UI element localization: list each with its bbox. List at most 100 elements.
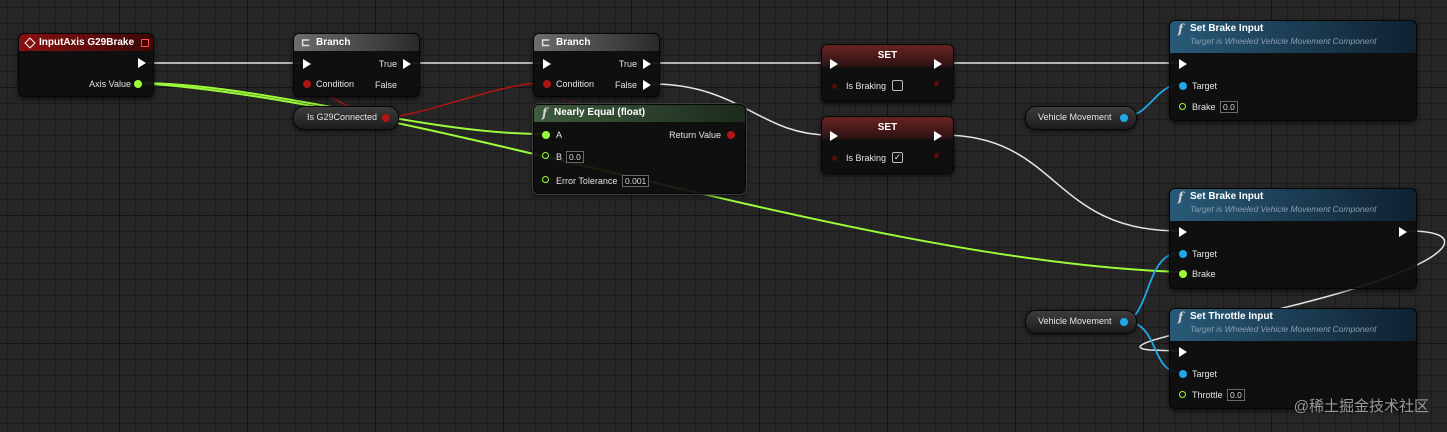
a-label: A: [556, 130, 563, 140]
set-is-braking-node-2[interactable]: SET Is Braking ✓: [821, 116, 954, 174]
a-pin[interactable]: [542, 131, 550, 139]
throttle-pin[interactable]: [1179, 391, 1186, 398]
condition-label: Condition: [556, 79, 595, 89]
brake-label: Brake: [1192, 269, 1216, 279]
brake-label: Brake: [1192, 102, 1216, 112]
throttle-value-field[interactable]: 0.0: [1227, 389, 1245, 401]
function-icon: f: [1178, 190, 1184, 204]
nearly-equal-node[interactable]: f Nearly Equal (float) A Return Value B …: [532, 103, 747, 195]
set-brake-input-subtitle-2: Target is Wheeled Vehicle Movement Compo…: [1190, 204, 1377, 214]
is-braking-label: Is Braking: [846, 153, 887, 163]
target-pin[interactable]: [1179, 370, 1187, 378]
exec-in-pin[interactable]: [830, 131, 838, 141]
exec-out-pin[interactable]: [1399, 347, 1407, 357]
exec-in-pin[interactable]: [1179, 227, 1187, 237]
vehicle-movement-node-2[interactable]: Vehicle Movement: [1025, 310, 1137, 334]
exec-out-pin[interactable]: [934, 131, 942, 141]
vehicle-movement-node-1[interactable]: Vehicle Movement: [1025, 106, 1137, 130]
exec-in-pin[interactable]: [1179, 347, 1187, 357]
exec-in-pin[interactable]: [303, 59, 311, 69]
set-title-2: SET: [877, 122, 898, 133]
target-label: Target: [1192, 81, 1218, 91]
is-g29-connected-pin[interactable]: [382, 114, 390, 122]
error-tolerance-pin[interactable]: [542, 176, 549, 183]
set-throttle-input-node[interactable]: f Set Throttle Input Target is Wheeled V…: [1169, 308, 1417, 409]
exec-out-pin[interactable]: [934, 59, 942, 69]
exec-in-pin[interactable]: [830, 59, 838, 69]
event-icon: [24, 37, 36, 49]
set-brake-input-node-2[interactable]: f Set Brake Input Target is Wheeled Vehi…: [1169, 188, 1417, 289]
target-pin[interactable]: [1179, 82, 1187, 90]
false-exec-pin[interactable]: [643, 80, 651, 90]
nearly-equal-title: Nearly Equal (float): [554, 107, 646, 118]
is-braking-out-pin[interactable]: [934, 153, 939, 158]
is-g29-connected-label: Is G29Connected: [307, 112, 378, 122]
b-pin[interactable]: [542, 152, 549, 159]
error-tolerance-field[interactable]: 0.001: [622, 175, 650, 187]
b-label: B: [556, 152, 563, 162]
set-is-braking-node-1[interactable]: SET Is Braking: [821, 44, 954, 102]
function-icon: f: [1178, 310, 1184, 324]
is-braking-pin[interactable]: [832, 84, 837, 89]
exec-out-pin[interactable]: [138, 58, 146, 68]
condition-pin[interactable]: [303, 80, 311, 88]
exec-out-pin[interactable]: [1399, 59, 1407, 69]
exec-in-pin[interactable]: [543, 59, 551, 69]
delegate-icon: [141, 39, 149, 47]
set-throttle-input-title: Set Throttle Input: [1190, 311, 1273, 322]
set-throttle-input-subtitle: Target is Wheeled Vehicle Movement Compo…: [1190, 324, 1377, 334]
return-value-label: Return Value: [669, 130, 721, 140]
exec-in-pin[interactable]: [1179, 59, 1187, 69]
set-brake-input-title-1: Set Brake Input: [1190, 23, 1264, 34]
set-brake-input-header-2: f Set Brake Input Target is Wheeled Vehi…: [1170, 189, 1416, 221]
branch-node-1[interactable]: ⊏ Branch True Condition False: [293, 33, 420, 97]
return-value-pin[interactable]: [727, 131, 735, 139]
error-tolerance-label: Error Tolerance: [556, 176, 618, 186]
target-label: Target: [1192, 369, 1218, 379]
is-braking-checkbox[interactable]: [892, 80, 903, 91]
branch-header-2: ⊏ Branch: [534, 34, 659, 51]
true-label: True: [378, 59, 397, 69]
axis-value-label: Axis Value: [89, 79, 131, 89]
is-g29-connected-node[interactable]: Is G29Connected: [293, 106, 399, 130]
is-braking-label: Is Braking: [846, 81, 887, 91]
false-label: False: [374, 80, 397, 90]
function-icon: f: [542, 106, 548, 120]
false-exec-pin[interactable]: [403, 80, 411, 90]
brake-pin[interactable]: [1179, 270, 1187, 278]
axis-value-pin[interactable]: [134, 80, 142, 88]
vehicle-movement-label: Vehicle Movement: [1038, 316, 1112, 326]
branch-title-1: Branch: [316, 37, 351, 48]
vehicle-movement-pin[interactable]: [1120, 318, 1128, 326]
target-pin[interactable]: [1179, 250, 1187, 258]
false-label: False: [614, 80, 637, 90]
b-value-field[interactable]: 0.0: [566, 151, 584, 163]
throttle-label: Throttle: [1192, 390, 1223, 400]
exec-wire: [941, 134, 1180, 232]
brake-value-field[interactable]: 0.0: [1220, 101, 1238, 113]
nearly-equal-header: f Nearly Equal (float): [534, 105, 745, 122]
set-brake-input-node-1[interactable]: f Set Brake Input Target is Wheeled Vehi…: [1169, 20, 1417, 121]
vehicle-movement-pin[interactable]: [1120, 114, 1128, 122]
set-title-1: SET: [877, 50, 898, 61]
branch-node-2[interactable]: ⊏ Branch True Condition False: [533, 33, 660, 97]
brake-pin[interactable]: [1179, 103, 1186, 110]
is-braking-out-pin[interactable]: [934, 81, 939, 86]
is-braking-checkbox[interactable]: ✓: [892, 152, 903, 163]
true-label: True: [618, 59, 637, 69]
exec-out-pin[interactable]: [1399, 227, 1407, 237]
input-axis-header: InputAxis G29Brake: [19, 34, 153, 51]
condition-pin[interactable]: [543, 80, 551, 88]
branch-title-2: Branch: [556, 37, 591, 48]
vehicle-movement-label: Vehicle Movement: [1038, 112, 1112, 122]
branch-header-1: ⊏ Branch: [294, 34, 419, 51]
set-brake-input-subtitle-1: Target is Wheeled Vehicle Movement Compo…: [1190, 36, 1377, 46]
true-exec-pin[interactable]: [643, 59, 651, 69]
is-braking-pin[interactable]: [832, 156, 837, 161]
true-exec-pin[interactable]: [403, 59, 411, 69]
branch-icon: ⊏: [541, 37, 551, 49]
branch-icon: ⊏: [301, 37, 311, 49]
input-axis-event-node[interactable]: InputAxis G29Brake Axis Value: [18, 33, 154, 97]
input-axis-title: InputAxis G29Brake: [39, 37, 135, 48]
function-icon: f: [1178, 22, 1184, 36]
